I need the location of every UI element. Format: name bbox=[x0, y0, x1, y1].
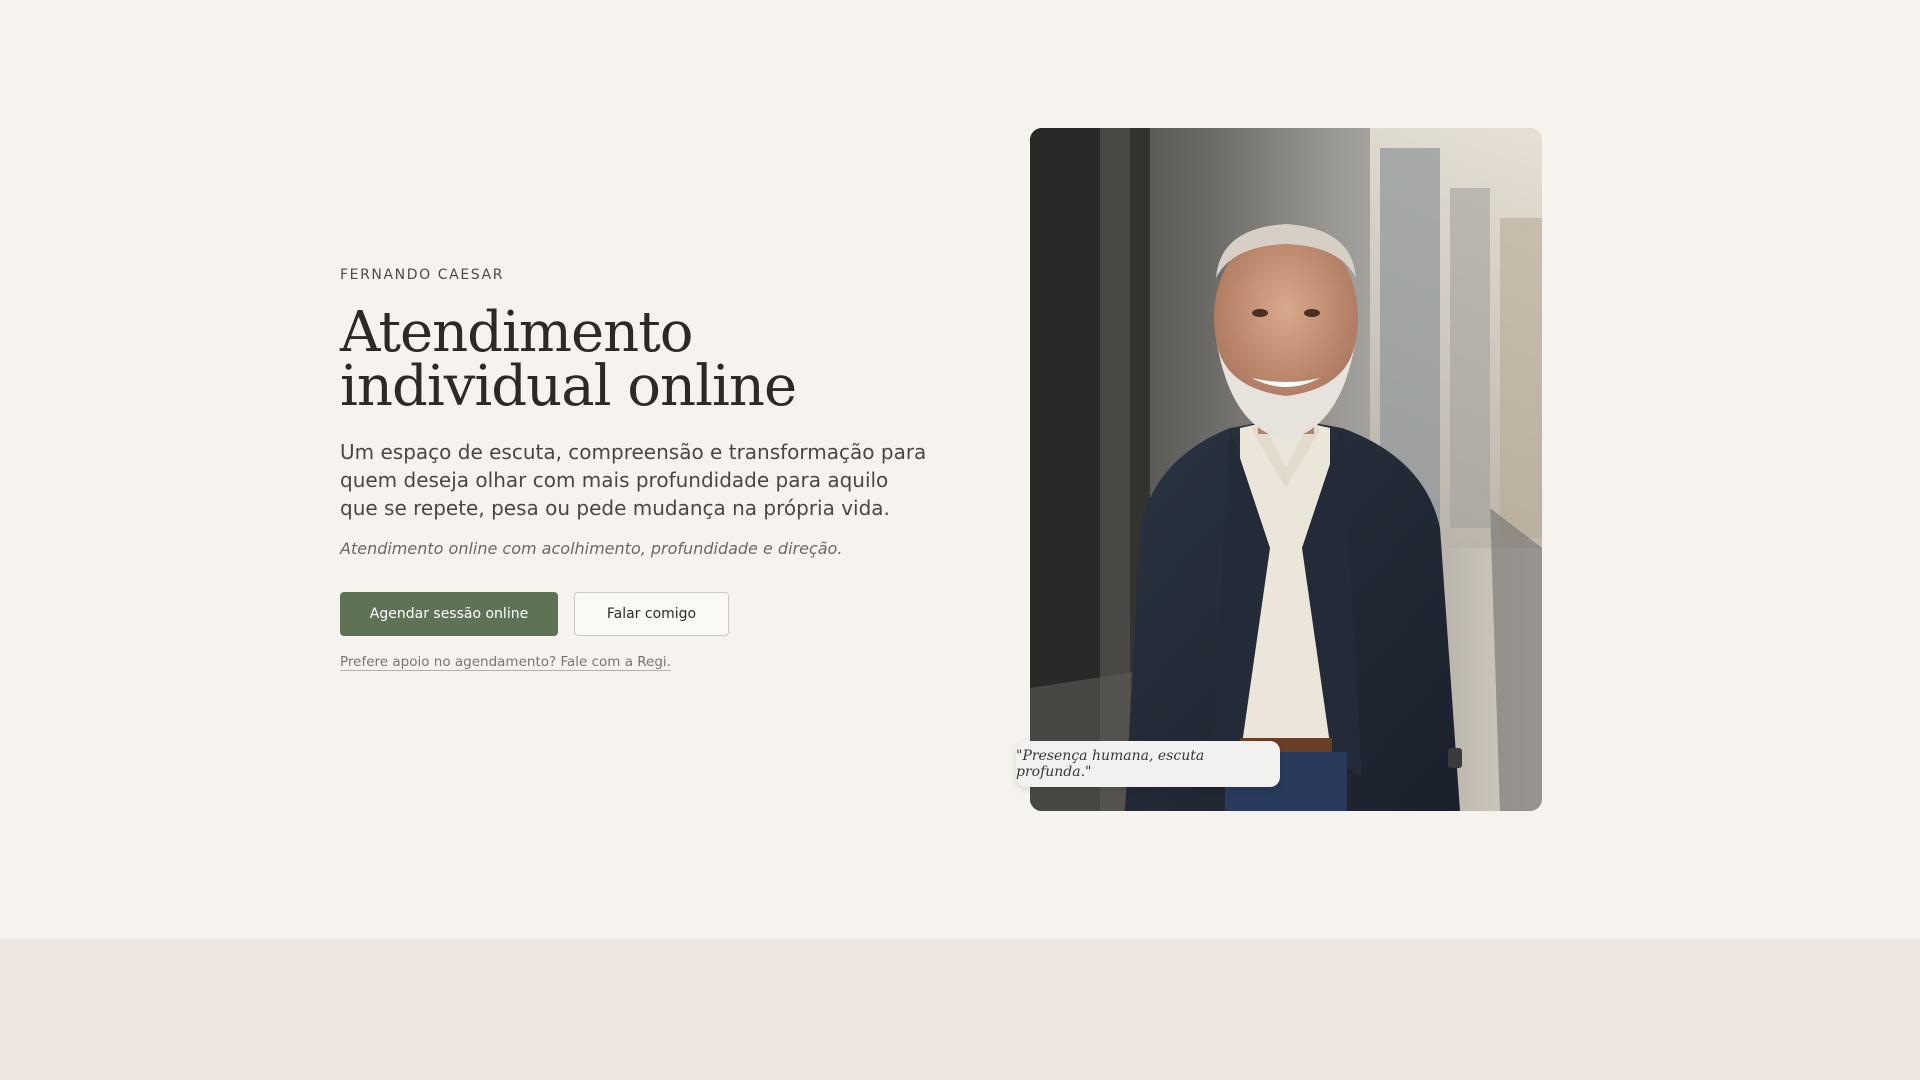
contact-me-button[interactable]: Falar comigo bbox=[574, 592, 729, 636]
portrait-quote-badge: "Presença humana, escuta profunda." bbox=[1016, 741, 1280, 787]
scheduling-support-link[interactable]: Prefere apoio no agendamento? Fale com a… bbox=[340, 654, 671, 671]
page: FERNANDO CAESAR Atendimento individual o… bbox=[0, 0, 1920, 1080]
schedule-session-button[interactable]: Agendar sessão online bbox=[340, 592, 558, 636]
portrait-illustration bbox=[1030, 128, 1542, 811]
hero-section: FERNANDO CAESAR Atendimento individual o… bbox=[0, 0, 1920, 939]
hero-buttons: Agendar sessão online Falar comigo bbox=[340, 592, 940, 636]
portrait-photo bbox=[1030, 128, 1542, 811]
hero-text-column: FERNANDO CAESAR Atendimento individual o… bbox=[340, 266, 940, 671]
hero-eyebrow: FERNANDO CAESAR bbox=[340, 267, 505, 283]
hero-lead: Um espaço de escuta, compreensão e trans… bbox=[340, 440, 927, 520]
hero-title: Atendimento individual online bbox=[340, 300, 797, 419]
hero-tagline: Atendimento online com acolhimento, prof… bbox=[340, 539, 843, 558]
next-section bbox=[0, 939, 1920, 1080]
